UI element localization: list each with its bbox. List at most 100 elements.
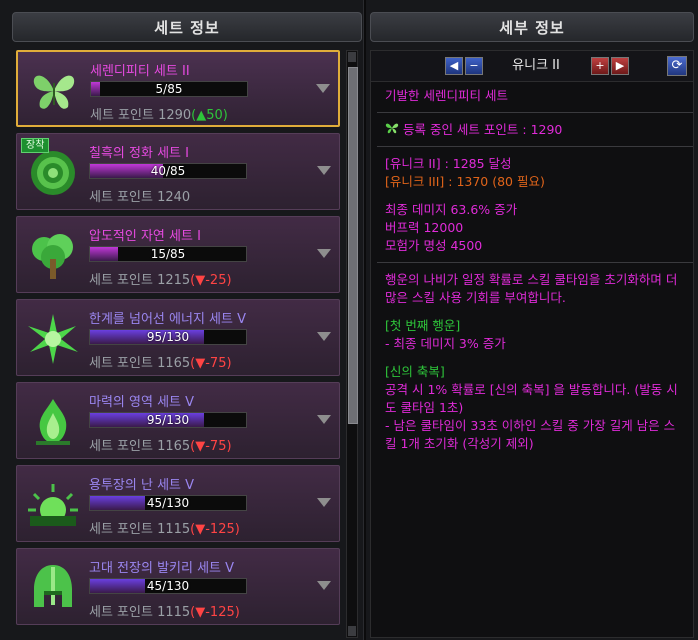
sunrise-icon — [24, 476, 82, 534]
set-progress-bar: 95/130 — [89, 412, 247, 428]
set-item[interactable]: 압도적인 자연 세트 I 15/85 세트 포인트 1215(▼-25) — [16, 216, 340, 293]
helmet-icon — [24, 559, 82, 617]
detail-info-header: 세부 정보 — [370, 12, 694, 42]
set-points: 세트 포인트 1165(▼-75) — [89, 435, 232, 454]
set-points-value: 1115 — [157, 605, 191, 620]
option-2-text-1: 공격 시 1% 확률로 [신의 축복] 을 발동합니다. (발동 시도 쿨타임 … — [385, 382, 678, 415]
expand-arrow-icon[interactable] — [317, 249, 331, 258]
set-points-value: 1115 — [157, 522, 191, 537]
set-points: 세트 포인트 1115(▼-125) — [89, 601, 240, 620]
expand-arrow-icon[interactable] — [316, 84, 330, 93]
set-points-delta: (▲50) — [191, 108, 228, 123]
set-name: 고대 전장의 발키리 세트 V — [89, 561, 235, 576]
set-points-value: 1290 — [158, 108, 192, 123]
divider — [377, 146, 693, 147]
set-info-panel: 세트 정보 세렌디피티 세트 II 5/85 세트 포인트 1290(▲50) 장착 칠… — [0, 0, 364, 640]
registered-points: 등록 중인 세트 포인트 : 1290 — [385, 121, 685, 139]
set-item[interactable]: 장착칠흑의 정화 세트 I 40/85 세트 포인트 1240 — [16, 133, 340, 210]
set-points-label: 세트 포인트 — [89, 356, 153, 371]
set-item[interactable]: 용투장의 난 세트 V 45/130 세트 포인트 1115(▼-125) — [16, 465, 340, 542]
divider — [377, 112, 693, 113]
set-name: 칠흑의 정화 세트 I — [89, 146, 189, 161]
set-progress-bar: 45/130 — [89, 495, 247, 511]
set-list-scrollbar[interactable] — [346, 50, 358, 638]
set-points-value: 1240 — [157, 190, 191, 205]
set-item[interactable]: 세렌디피티 세트 II 5/85 세트 포인트 1290(▲50) — [16, 50, 340, 127]
set-points-label: 세트 포인트 — [89, 522, 153, 537]
set-points: 세트 포인트 1215(▼-25) — [89, 269, 232, 288]
set-points: 세트 포인트 1165(▼-75) — [89, 352, 232, 371]
set-points-label: 세트 포인트 — [89, 273, 153, 288]
set-list: 세렌디피티 세트 II 5/85 세트 포인트 1290(▲50) 장착 칠흑의 정화 … — [12, 48, 344, 638]
set-points: 세트 포인트 1115(▼-125) — [89, 518, 240, 537]
set-points-label: 세트 포인트 — [89, 190, 153, 205]
set-progress-text: 95/130 — [146, 330, 190, 344]
expand-arrow-icon[interactable] — [317, 415, 331, 424]
tier-minus-button[interactable]: − — [465, 57, 483, 75]
expand-arrow-icon[interactable] — [317, 332, 331, 341]
set-points-delta: (▼-25) — [190, 273, 232, 288]
set-description: 행운의 나비가 일정 확률로 스킬 쿨타임을 초기화하며 더 많은 스킬 사용 … — [385, 272, 678, 305]
stat-fame: 모험가 명성 4500 — [385, 238, 483, 253]
set-points-value: 1215 — [157, 273, 191, 288]
set-progress-bar: 15/85 — [89, 246, 247, 262]
set-points: 세트 포인트 1240 — [89, 186, 190, 205]
set-progress-text: 40/85 — [150, 164, 186, 178]
set-points-delta: (▼-125) — [190, 605, 240, 620]
set-info-header: 세트 정보 — [12, 12, 362, 42]
scroll-up-button[interactable] — [348, 52, 356, 62]
refresh-icon[interactable]: ⟳ — [667, 56, 687, 76]
tier-prev-button[interactable]: ◀ — [445, 57, 463, 75]
set-progress-bar: 95/130 — [89, 329, 247, 345]
option-1-text: - 최종 데미지 3% 증가 — [385, 336, 506, 351]
set-progress-bar: 5/85 — [90, 81, 248, 97]
set-points-value: 1165 — [157, 356, 191, 371]
set-progress-text: 5/85 — [155, 82, 183, 96]
tree-icon — [24, 227, 82, 285]
set-title: 기발한 세렌디피티 세트 — [385, 88, 508, 103]
set-progress-bar: 45/130 — [89, 578, 247, 594]
stat-final-damage: 최종 데미지 63.6% 증가 — [385, 202, 518, 217]
expand-arrow-icon[interactable] — [317, 166, 331, 175]
set-progress-bar: 40/85 — [89, 163, 247, 179]
set-name: 용투장의 난 세트 V — [89, 478, 195, 493]
scroll-thumb[interactable] — [348, 67, 358, 424]
set-points-value: 1165 — [157, 439, 191, 454]
butterfly-icon — [25, 62, 83, 120]
set-points-label: 세트 포인트 — [89, 605, 153, 620]
set-item[interactable]: 마력의 영역 세트 V 95/130 세트 포인트 1165(▼-75) — [16, 382, 340, 459]
green-flame-icon — [24, 393, 82, 451]
scroll-down-button[interactable] — [348, 626, 356, 636]
stat-buff-power: 버프력 12000 — [385, 220, 464, 235]
butterfly-small-icon — [385, 122, 403, 137]
option-1-title: [첫 번째 행운] — [385, 318, 461, 333]
detail-content-box: ◀ − 유니크 II + ▶ ⟳ 기발한 세렌디피티 세트 등록 중인 세트 포… — [370, 50, 694, 638]
option-2-title: [신의 축복] — [385, 364, 445, 379]
set-progress-text: 15/85 — [150, 247, 186, 261]
set-points-delta: (▼-75) — [190, 439, 232, 454]
set-points-label: 세트 포인트 — [90, 108, 154, 123]
detail-info-panel: 세부 정보 ◀ − 유니크 II + ▶ ⟳ 기발한 세렌디피티 세트 등록 중… — [366, 0, 698, 640]
equipped-badge: 장착 — [21, 138, 50, 153]
expand-arrow-icon[interactable] — [317, 581, 331, 590]
set-progress-text: 45/130 — [146, 579, 190, 593]
tier-next-button[interactable]: ▶ — [611, 57, 629, 75]
tier-label: 유니크 II — [512, 58, 560, 73]
set-progress-text: 95/130 — [146, 413, 190, 427]
energy-burst-icon — [24, 310, 82, 368]
tier-plus-button[interactable]: + — [591, 57, 609, 75]
set-points-delta: (▼-125) — [190, 522, 240, 537]
set-item[interactable]: 한계를 넘어선 에너지 세트 V 95/130 세트 포인트 1165(▼-75) — [16, 299, 340, 376]
set-name: 세렌디피티 세트 II — [90, 64, 190, 79]
set-points: 세트 포인트 1290(▲50) — [90, 104, 228, 123]
set-name: 압도적인 자연 세트 I — [89, 229, 201, 244]
tier-requirement-next: [유니크 III] : 1370 (80 필요) — [385, 174, 545, 189]
set-progress-text: 45/130 — [146, 496, 190, 510]
set-points-label: 세트 포인트 — [89, 439, 153, 454]
tier-selector: ◀ − 유니크 II + ▶ ⟳ — [371, 51, 693, 82]
detail-text: 기발한 세렌디피티 세트 등록 중인 세트 포인트 : 1290 [유니크 II… — [377, 87, 693, 453]
tier-requirement-current: [유니크 II] : 1285 달성 — [385, 156, 512, 171]
set-name: 마력의 영역 세트 V — [89, 395, 195, 410]
set-item[interactable]: 고대 전장의 발키리 세트 V 45/130 세트 포인트 1115(▼-125) — [16, 548, 340, 625]
expand-arrow-icon[interactable] — [317, 498, 331, 507]
